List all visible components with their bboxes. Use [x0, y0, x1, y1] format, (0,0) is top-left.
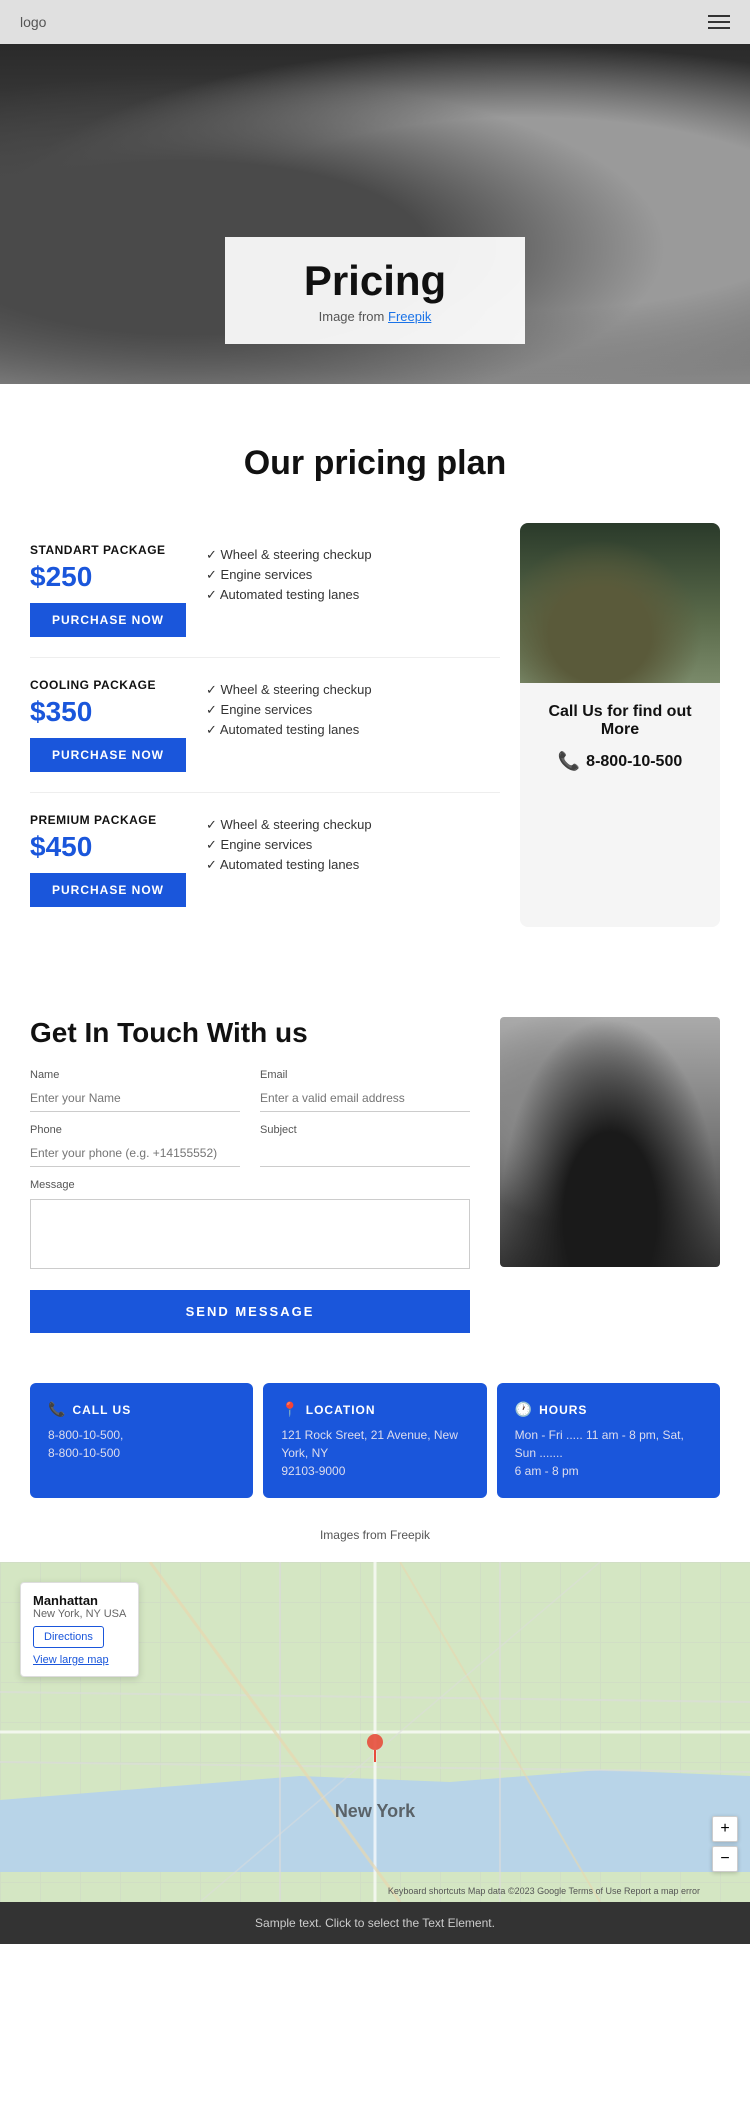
- message-textarea[interactable]: [30, 1199, 470, 1269]
- feature-item: Automated testing lanes: [206, 722, 500, 738]
- feature-item: Automated testing lanes: [206, 587, 500, 603]
- pricing-section: Our pricing plan STANDART PACKAGE $250 P…: [0, 384, 750, 967]
- package-name-premium: PREMIUM PACKAGE: [30, 813, 186, 827]
- message-label: Message: [30, 1179, 470, 1191]
- logo: logo: [20, 14, 46, 30]
- info-card-hours-content: Mon - Fri ..... 11 am - 8 pm, Sat, Sun .…: [515, 1426, 702, 1480]
- package-price-premium: $450: [30, 831, 186, 863]
- package-price-cooling: $350: [30, 696, 186, 728]
- package-features-premium: Wheel & steering checkup Engine services…: [206, 813, 500, 877]
- page-title: Pricing: [285, 257, 465, 305]
- purchase-button-premium[interactable]: PURCHASE NOW: [30, 873, 186, 907]
- sidebar-contact: Call Us for find out More 📞 8-800-10-500: [520, 683, 720, 927]
- info-card-hours: 🕐 HOURS Mon - Fri ..... 11 am - 8 pm, Sa…: [497, 1383, 720, 1498]
- hero-subtitle: Image from Freepik: [285, 309, 465, 324]
- hamburger-menu[interactable]: [708, 15, 730, 29]
- call-icon: 📞: [48, 1401, 66, 1418]
- map-overlay: Manhattan New York, NY USA Directions Vi…: [20, 1582, 139, 1677]
- info-card-call-content: 8-800-10-500, 8-800-10-500: [48, 1426, 235, 1462]
- form-row-phone-subject: Phone Subject: [30, 1124, 470, 1167]
- location-icon: 📍: [281, 1401, 299, 1418]
- package-name-standard: STANDART PACKAGE: [30, 543, 186, 557]
- package-features-standard: Wheel & steering checkup Engine services…: [206, 543, 500, 607]
- packages-list: STANDART PACKAGE $250 PURCHASE NOW Wheel…: [30, 523, 500, 927]
- package-left-premium: PREMIUM PACKAGE $450 PURCHASE NOW: [30, 813, 186, 907]
- info-card-hours-title: 🕐 HOURS: [515, 1401, 702, 1418]
- package-row-premium: PREMIUM PACKAGE $450 PURCHASE NOW Wheel …: [30, 793, 500, 927]
- info-cards: 📞 CALL US 8-800-10-500, 8-800-10-500 📍 L…: [0, 1383, 750, 1518]
- name-label: Name: [30, 1069, 240, 1081]
- feature-item: Wheel & steering checkup: [206, 817, 500, 833]
- freepik-note: Images from Freepik: [0, 1518, 750, 1562]
- feature-item: Wheel & steering checkup: [206, 682, 500, 698]
- sidebar-image: [520, 523, 720, 683]
- feature-item: Automated testing lanes: [206, 857, 500, 873]
- sidebar-phone: 📞 8-800-10-500: [540, 751, 700, 772]
- phone-input[interactable]: [30, 1140, 240, 1167]
- footer: Sample text. Click to select the Text El…: [0, 1902, 750, 1944]
- pricing-sidebar: Call Us for find out More 📞 8-800-10-500: [520, 523, 720, 927]
- map-label-new-york: New York: [335, 1801, 415, 1822]
- package-name-cooling: COOLING PACKAGE: [30, 678, 186, 692]
- form-group-name: Name: [30, 1069, 240, 1112]
- contact-form-area: Get In Touch With us Name Email Phone Su…: [30, 1017, 470, 1333]
- pricing-grid: STANDART PACKAGE $250 PURCHASE NOW Wheel…: [30, 523, 720, 927]
- feature-item: Wheel & steering checkup: [206, 547, 500, 563]
- info-card-call: 📞 CALL US 8-800-10-500, 8-800-10-500: [30, 1383, 253, 1498]
- map-view-large-link[interactable]: View large map: [33, 1654, 109, 1666]
- pricing-title: Our pricing plan: [30, 444, 720, 483]
- freepik-link[interactable]: Freepik: [388, 309, 431, 324]
- map-attribution: Keyboard shortcuts Map data ©2023 Google…: [388, 1886, 700, 1896]
- subject-label: Subject: [260, 1124, 470, 1136]
- info-card-location-content: 121 Rock Sreet, 21 Avenue, New York, NY …: [281, 1426, 468, 1480]
- package-price-standard: $250: [30, 561, 186, 593]
- package-left-cooling: COOLING PACKAGE $350 PURCHASE NOW: [30, 678, 186, 772]
- phone-icon: 📞: [558, 751, 580, 772]
- package-left-standard: STANDART PACKAGE $250 PURCHASE NOW: [30, 543, 186, 637]
- header: logo: [0, 0, 750, 44]
- subject-input[interactable]: [260, 1140, 470, 1167]
- footer-text: Sample text. Click to select the Text El…: [255, 1916, 495, 1930]
- form-group-message: Message: [30, 1179, 470, 1274]
- map-zoom-in-button[interactable]: +: [712, 1816, 738, 1842]
- feature-item: Engine services: [206, 837, 500, 853]
- purchase-button-standard[interactable]: PURCHASE NOW: [30, 603, 186, 637]
- map-location-name: Manhattan: [33, 1593, 126, 1608]
- purchase-button-cooling[interactable]: PURCHASE NOW: [30, 738, 186, 772]
- feature-item: Engine services: [206, 702, 500, 718]
- email-label: Email: [260, 1069, 470, 1081]
- contact-section: Get In Touch With us Name Email Phone Su…: [0, 967, 750, 1383]
- info-card-location-title: 📍 LOCATION: [281, 1401, 468, 1418]
- info-card-location: 📍 LOCATION 121 Rock Sreet, 21 Avenue, Ne…: [263, 1383, 486, 1498]
- feature-item: Engine services: [206, 567, 500, 583]
- phone-label: Phone: [30, 1124, 240, 1136]
- contact-image: [500, 1017, 720, 1267]
- map-zoom-out-button[interactable]: −: [712, 1846, 738, 1872]
- map-background: New York Manhattan New York, NY USA Dire…: [0, 1562, 750, 1902]
- map-directions-button[interactable]: Directions: [33, 1626, 104, 1648]
- package-row-standard: STANDART PACKAGE $250 PURCHASE NOW Wheel…: [30, 523, 500, 658]
- map-section: New York Manhattan New York, NY USA Dire…: [0, 1562, 750, 1902]
- email-input[interactable]: [260, 1085, 470, 1112]
- hero-section: Pricing Image from Freepik: [0, 44, 750, 384]
- contact-title: Get In Touch With us: [30, 1017, 470, 1049]
- info-card-call-title: 📞 CALL US: [48, 1401, 235, 1418]
- form-row-name-email: Name Email: [30, 1069, 470, 1112]
- map-location-sub: New York, NY USA: [33, 1608, 126, 1620]
- form-group-email: Email: [260, 1069, 470, 1112]
- hours-icon: 🕐: [515, 1401, 533, 1418]
- send-message-button[interactable]: SEND MESSAGE: [30, 1290, 470, 1333]
- sidebar-contact-title: Call Us for find out More: [540, 703, 700, 739]
- hero-title-box: Pricing Image from Freepik: [225, 237, 525, 344]
- package-features-cooling: Wheel & steering checkup Engine services…: [206, 678, 500, 742]
- name-input[interactable]: [30, 1085, 240, 1112]
- form-group-subject: Subject: [260, 1124, 470, 1167]
- package-row-cooling: COOLING PACKAGE $350 PURCHASE NOW Wheel …: [30, 658, 500, 793]
- form-group-phone: Phone: [30, 1124, 240, 1167]
- phone-number: 8-800-10-500: [586, 753, 682, 771]
